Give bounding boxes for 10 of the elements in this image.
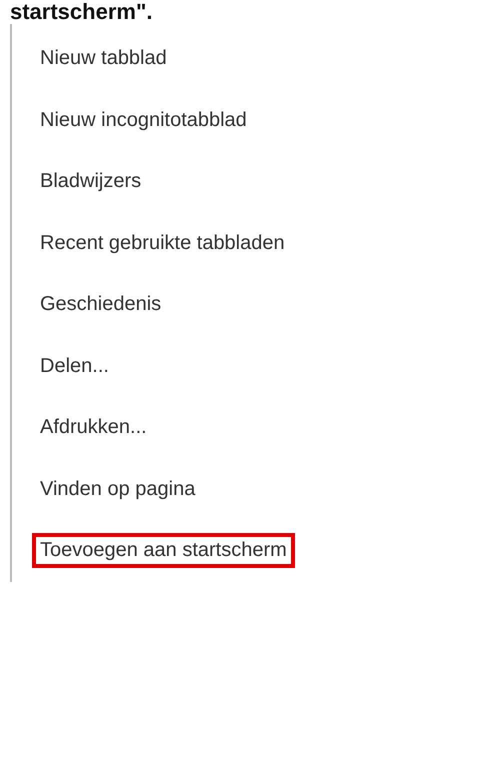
menu-item[interactable]: Bladwijzers [32,164,150,200]
menu-item[interactable]: Recent gebruikte tabbladen [32,226,293,261]
menu-item[interactable]: Nieuw tabblad [32,41,175,76]
menu-item[interactable]: Delen... [32,348,117,384]
menu-item[interactable]: Geschiedenis [32,287,170,322]
caption-text: startscherm". [9,0,154,24]
menu-item[interactable]: Afdrukken... [32,410,155,446]
menu-item[interactable]: Vinden op pagina [32,472,204,507]
menu-item[interactable]: Nieuw incognitotabblad [32,102,255,138]
menu-item[interactable]: Toevoegen aan startscherm [32,533,295,568]
